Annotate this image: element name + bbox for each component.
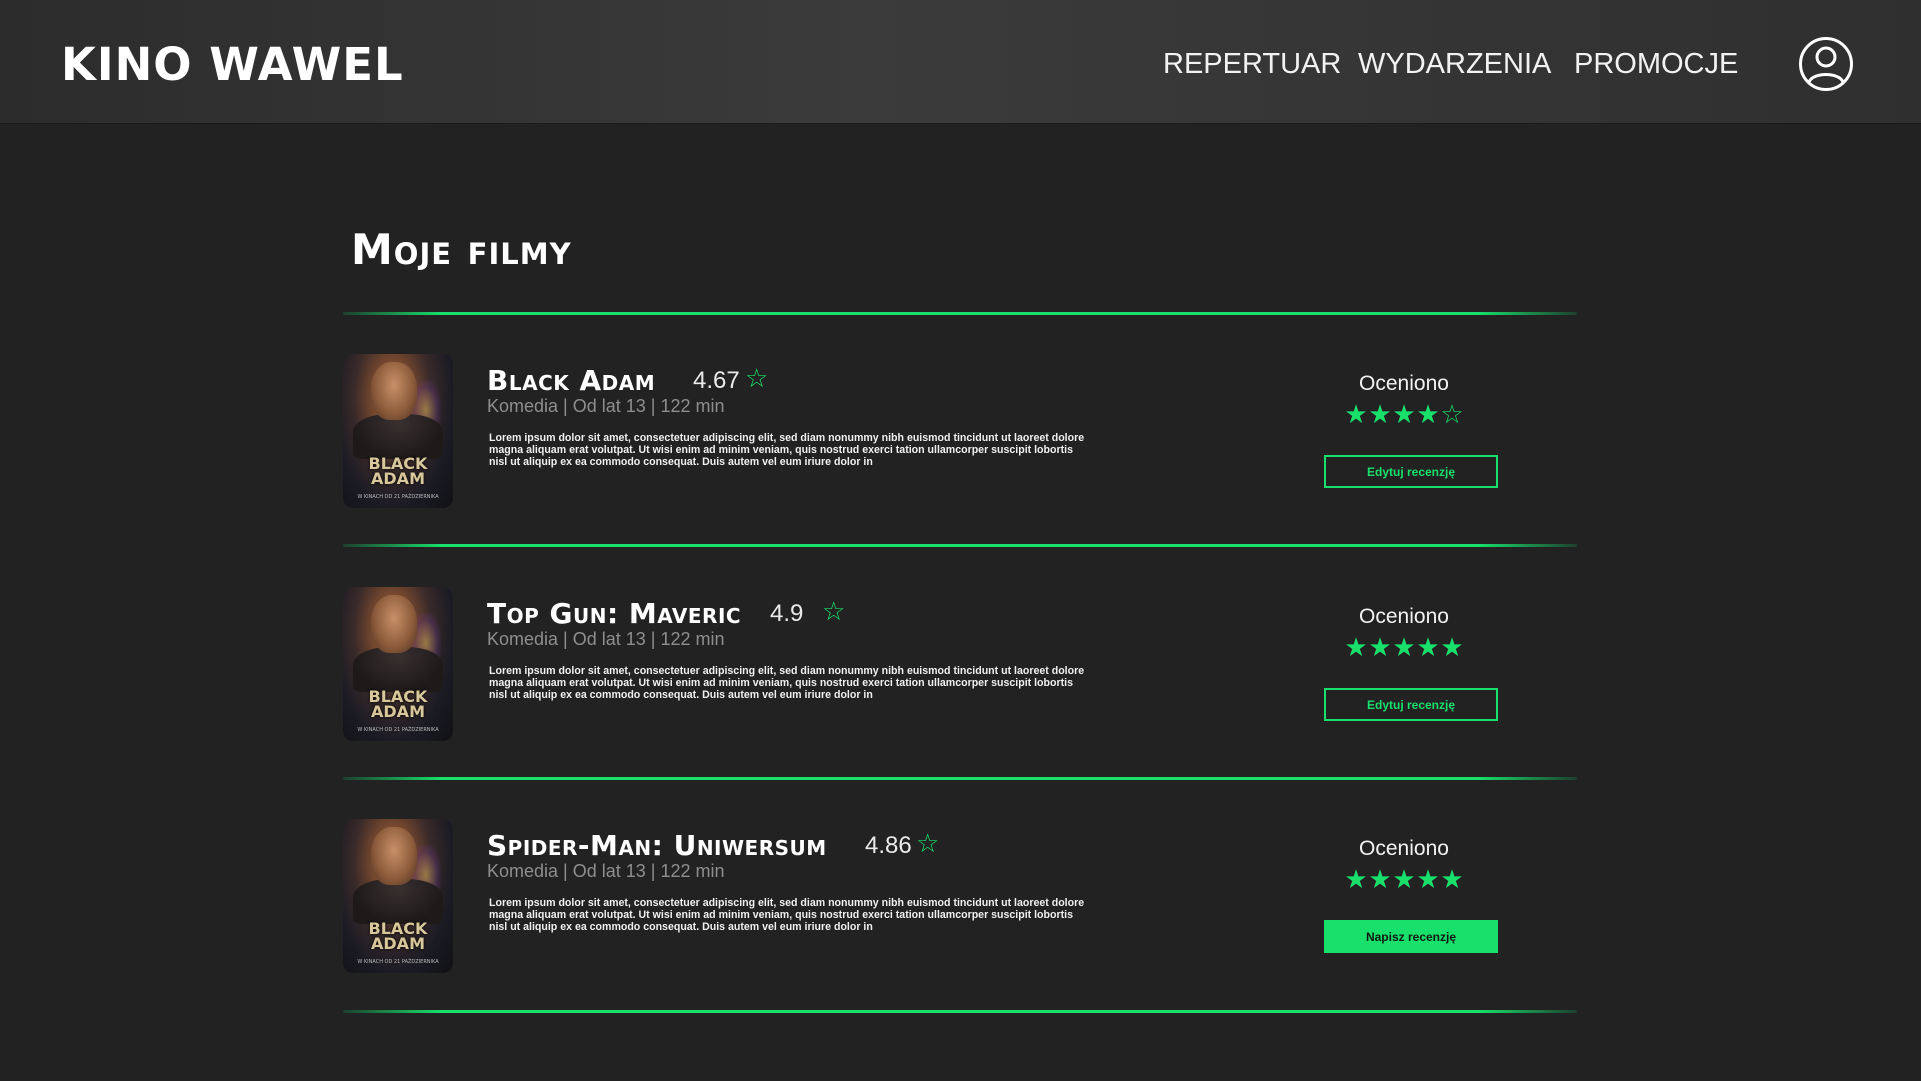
poster-title: BLACK ADAM (368, 687, 428, 721)
movie-description: Lorem ipsum dolor sit amet, consectetuer… (489, 897, 1085, 933)
movie-title[interactable]: Black Adam (487, 364, 655, 397)
movie-poster[interactable]: BLACK ADAM W KINACH OD 21 PAŹDZIERNIKA (343, 587, 453, 741)
star-filled-icon[interactable]: ★ (1344, 400, 1368, 430)
write-review-button[interactable]: Napisz recenzję (1324, 920, 1498, 953)
poster-subtitle: W KINACH OD 21 PAŹDZIERNIKA (357, 959, 439, 965)
divider (343, 1010, 1577, 1013)
movie-description: Lorem ipsum dolor sit amet, consectetuer… (489, 665, 1085, 701)
star-outline-icon: ☆ (745, 363, 769, 393)
poster-figure-head (371, 827, 417, 885)
star-outline-icon: ☆ (822, 596, 846, 626)
poster-figure-head (371, 362, 417, 420)
movie-description: Lorem ipsum dolor sit amet, consectetuer… (489, 432, 1085, 468)
star-filled-icon[interactable]: ★ (1416, 633, 1440, 663)
star-filled-icon[interactable]: ★ (1416, 865, 1440, 895)
movie-meta: Komedia | Od lat 13 | 122 min (487, 861, 725, 881)
movie-rating: 4.9 (770, 600, 804, 627)
nav-item-repertuar[interactable]: REPERTUAR (1163, 48, 1341, 81)
nav-item-promocje[interactable]: PROMOCJE (1574, 48, 1738, 81)
divider (343, 777, 1577, 780)
poster-figure-head (371, 595, 417, 653)
divider (343, 544, 1577, 547)
top-navigation-bar: KINO WAWEL REPERTUAR WYDARZENIA PROMOCJE (0, 0, 1921, 124)
page-title: Moje filmy (351, 225, 572, 274)
star-filled-icon[interactable]: ★ (1344, 633, 1368, 663)
movie-meta: Komedia | Od lat 13 | 122 min (487, 396, 725, 416)
rated-label: Oceniono (1359, 837, 1449, 860)
brand-logo[interactable]: KINO WAWEL (61, 38, 404, 91)
star-filled-icon[interactable]: ★ (1440, 633, 1464, 663)
poster-subtitle: W KINACH OD 21 PAŹDZIERNIKA (357, 494, 439, 500)
divider (343, 312, 1577, 315)
user-star-rating[interactable]: ★ ★ ★ ★ ★ (1344, 865, 1464, 895)
star-filled-icon[interactable]: ★ (1440, 865, 1464, 895)
poster-title: BLACK ADAM (368, 454, 428, 488)
star-outline-icon[interactable]: ☆ (1440, 400, 1464, 430)
movie-row: BLACK ADAM W KINACH OD 21 PAŹDZIERNIKA B… (343, 354, 1577, 509)
star-filled-icon[interactable]: ★ (1368, 400, 1392, 430)
star-filled-icon[interactable]: ★ (1344, 865, 1368, 895)
user-star-rating[interactable]: ★ ★ ★ ★ ☆ (1344, 400, 1464, 430)
movie-rating: 4.86 (865, 832, 912, 859)
movie-row: BLACK ADAM W KINACH OD 21 PAŹDZIERNIKA S… (343, 819, 1577, 974)
movie-poster[interactable]: BLACK ADAM W KINACH OD 21 PAŹDZIERNIKA (343, 819, 453, 973)
poster-figure (353, 414, 443, 459)
star-filled-icon[interactable]: ★ (1392, 633, 1416, 663)
nav-item-wydarzenia[interactable]: WYDARZENIA (1358, 48, 1551, 81)
star-filled-icon[interactable]: ★ (1392, 400, 1416, 430)
star-outline-icon: ☆ (916, 828, 940, 858)
movie-rating: 4.67 (693, 367, 740, 394)
movie-title[interactable]: Top Gun: Maveric (487, 597, 741, 630)
rated-label: Oceniono (1359, 605, 1449, 628)
poster-title: BLACK ADAM (368, 919, 428, 953)
poster-subtitle: W KINACH OD 21 PAŹDZIERNIKA (357, 727, 439, 733)
movie-poster[interactable]: BLACK ADAM W KINACH OD 21 PAŹDZIERNIKA (343, 354, 453, 508)
edit-review-button[interactable]: Edytuj recenzję (1324, 455, 1498, 488)
user-star-rating[interactable]: ★ ★ ★ ★ ★ (1344, 633, 1464, 663)
star-filled-icon[interactable]: ★ (1392, 865, 1416, 895)
star-filled-icon[interactable]: ★ (1368, 865, 1392, 895)
poster-figure (353, 879, 443, 924)
star-filled-icon[interactable]: ★ (1416, 400, 1440, 430)
movie-row: BLACK ADAM W KINACH OD 21 PAŹDZIERNIKA T… (343, 587, 1577, 742)
movie-title[interactable]: Spider-Man: Uniwersum (487, 829, 827, 862)
movie-meta: Komedia | Od lat 13 | 122 min (487, 629, 725, 649)
user-circle-icon[interactable] (1798, 36, 1854, 92)
edit-review-button[interactable]: Edytuj recenzję (1324, 688, 1498, 721)
star-filled-icon[interactable]: ★ (1368, 633, 1392, 663)
poster-figure (353, 647, 443, 692)
rated-label: Oceniono (1359, 372, 1449, 395)
